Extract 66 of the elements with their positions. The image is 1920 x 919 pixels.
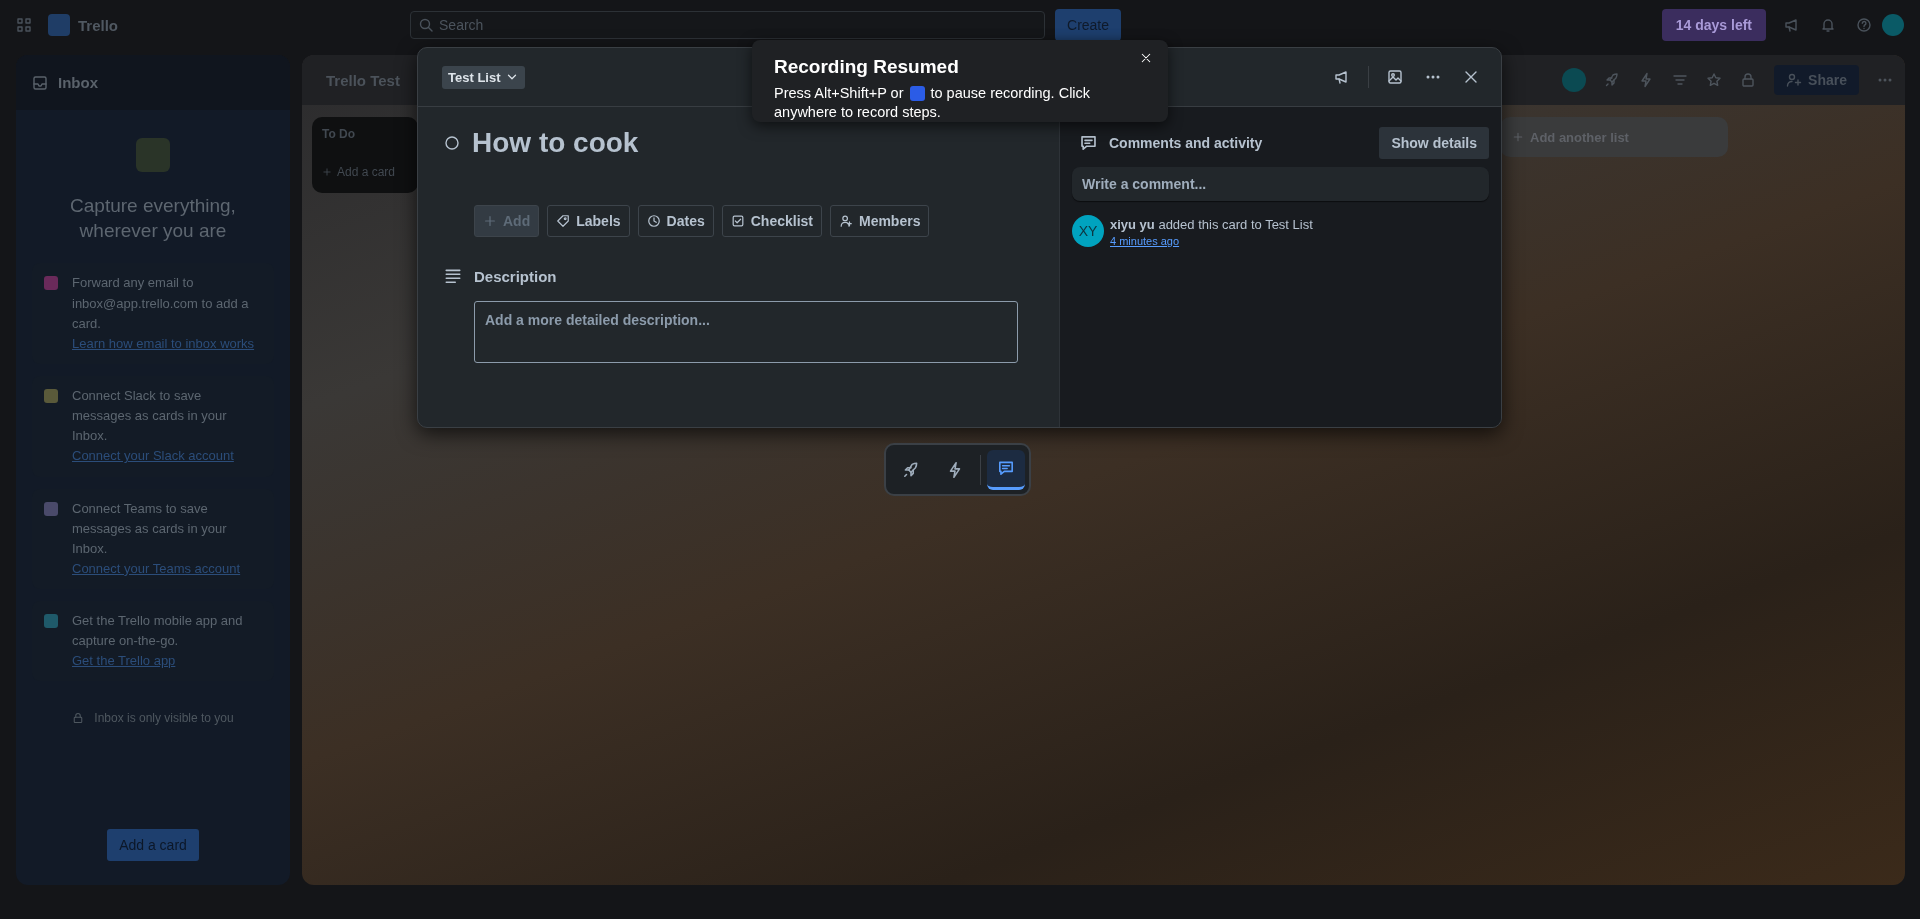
add-card-button[interactable]: Add a card xyxy=(107,829,199,861)
avatar: XY xyxy=(1072,215,1104,247)
toast-text: anywhere to record steps. xyxy=(774,102,942,122)
toast-text: Press Alt+Shift+P or xyxy=(774,84,904,103)
comment-field[interactable]: Write a comment... xyxy=(1072,167,1489,201)
circle-icon xyxy=(444,135,460,151)
image-icon xyxy=(1387,69,1403,85)
filter-icon xyxy=(1672,72,1689,88)
list-dropdown[interactable]: Test List xyxy=(442,65,525,89)
plus-icon xyxy=(483,214,497,228)
inbox-icon xyxy=(32,74,48,91)
tip-link[interactable]: Connect your Teams account xyxy=(72,558,262,580)
comment-icon xyxy=(997,459,1015,477)
inbox-heading: Capture everything, wherever you are xyxy=(69,194,237,243)
tip-link[interactable]: Learn how email to inbox works xyxy=(72,333,262,354)
megaphone-icon xyxy=(1784,17,1800,33)
description-heading: Description xyxy=(474,267,557,285)
search-icon xyxy=(418,17,434,33)
plus-icon xyxy=(1512,131,1524,143)
toast-title: Recording Resumed xyxy=(774,56,960,78)
megaphone-icon xyxy=(1334,69,1350,85)
activity-heading: Comments and activity xyxy=(1109,135,1263,151)
trial-badge[interactable]: 14 days left xyxy=(1661,9,1766,41)
toast-text: to pause recording. Click xyxy=(930,84,1091,103)
plus-icon xyxy=(322,167,332,177)
lock-icon xyxy=(72,712,85,725)
timestamp-link[interactable]: 4 minutes ago xyxy=(1110,235,1313,247)
add-card-link[interactable]: Add a card xyxy=(322,165,408,179)
tip-text: Connect Slack to save messages as cards in your Inbox. xyxy=(72,386,228,446)
comment-view-button[interactable] xyxy=(987,449,1025,490)
logo-icon xyxy=(48,14,70,36)
tip-text: Connect Teams to save messages as cards in your Inbox. xyxy=(72,499,228,558)
power-ups-icon xyxy=(1604,72,1621,88)
activity-text: xiyu yu added this card to Test List xyxy=(1110,217,1313,232)
comment-icon xyxy=(1080,136,1097,150)
description-field[interactable]: Add a more detailed description... xyxy=(474,301,1018,363)
checkbox-icon xyxy=(730,214,745,228)
add-person-icon xyxy=(1786,72,1803,88)
close-icon xyxy=(1140,52,1152,64)
labels-button[interactable]: Labels xyxy=(547,205,630,237)
members-button[interactable]: Members xyxy=(829,205,930,237)
tip-text: Forward any email to inbox@app.trello.com to add a card. xyxy=(72,274,250,333)
star-icon xyxy=(1706,72,1723,88)
close-icon xyxy=(1463,69,1479,85)
inbox-illustration xyxy=(136,138,170,172)
help-icon xyxy=(1856,17,1872,33)
list-title: To Do xyxy=(322,127,357,141)
description-icon xyxy=(444,267,462,285)
tip-text: Get the Trello mobile app and capture on-the-go. xyxy=(72,612,244,651)
create-button[interactable]: Create xyxy=(1055,9,1122,41)
inbox-title: Inbox xyxy=(58,74,98,91)
clock-icon xyxy=(646,214,661,228)
tip-link[interactable]: Connect your Slack account xyxy=(72,446,262,467)
card-title[interactable]: How to cook xyxy=(472,127,639,159)
search-field[interactable]: Search xyxy=(410,11,1045,39)
lock-icon xyxy=(1740,72,1757,88)
complete-toggle[interactable] xyxy=(444,135,460,151)
tag-icon xyxy=(556,214,571,228)
bell-icon xyxy=(1820,17,1836,33)
person-icon xyxy=(838,214,853,228)
rocket-icon xyxy=(902,460,920,479)
checklist-button[interactable]: Checklist xyxy=(721,205,822,237)
app-name: Trello xyxy=(78,16,118,34)
show-details-button[interactable]: Show details xyxy=(1379,127,1489,159)
tip-link[interactable]: Get the Trello app xyxy=(72,651,262,672)
dates-button[interactable]: Dates xyxy=(637,205,714,237)
